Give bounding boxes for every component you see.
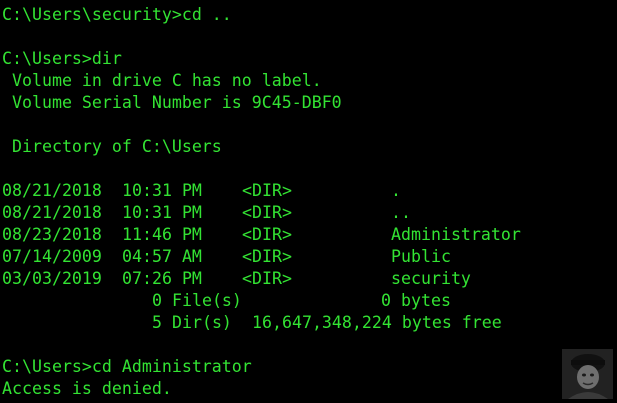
entry-date: 08/21/2018 — [2, 203, 102, 222]
entry-time: 10:31 PM — [122, 203, 202, 222]
entry-type: <DIR> — [242, 247, 292, 266]
terminal-window[interactable]: C:\Users\security>cd .. C:\Users>dir Vol… — [0, 0, 617, 403]
entry-type: <DIR> — [242, 181, 292, 200]
entry-time: 10:31 PM — [122, 181, 202, 200]
entry-date: 07/14/2009 — [2, 247, 102, 266]
entry-date: 08/23/2018 — [2, 225, 102, 244]
dirs-count: 5 Dir(s) — [152, 313, 232, 332]
entry-type: <DIR> — [242, 225, 292, 244]
user-avatar-icon — [562, 349, 613, 399]
files-count: 0 File(s) — [152, 291, 242, 310]
entry-name: .. — [391, 203, 411, 222]
entry-date: 08/21/2018 — [2, 181, 102, 200]
entry-name: Administrator — [391, 225, 521, 244]
volume-label-line: Volume in drive C has no label. — [2, 71, 322, 90]
dir-command: C:\Users>dir — [2, 49, 122, 68]
entry-name: security — [391, 269, 471, 288]
entry-date: 03/03/2019 — [2, 269, 102, 288]
access-denied-message: Access is denied. — [2, 379, 172, 398]
entry-time: 11:46 PM — [122, 225, 202, 244]
entry-time: 04:57 AM — [122, 247, 202, 266]
entry-time: 07:26 PM — [122, 269, 202, 288]
volume-serial-line: Volume Serial Number is 9C45-DBF0 — [2, 93, 342, 112]
files-size: 0 bytes — [381, 291, 451, 310]
entry-name: . — [391, 181, 401, 200]
dirs-free-space: 16,647,348,224 bytes free — [252, 313, 502, 332]
entry-type: <DIR> — [242, 269, 292, 288]
directory-of-line: Directory of C:\Users — [2, 137, 222, 156]
cd-admin-command: C:\Users>cd Administrator — [2, 357, 252, 376]
cd-up-command: C:\Users\security>cd .. — [2, 5, 232, 24]
entry-name: Public — [391, 247, 451, 266]
entry-type: <DIR> — [242, 203, 292, 222]
